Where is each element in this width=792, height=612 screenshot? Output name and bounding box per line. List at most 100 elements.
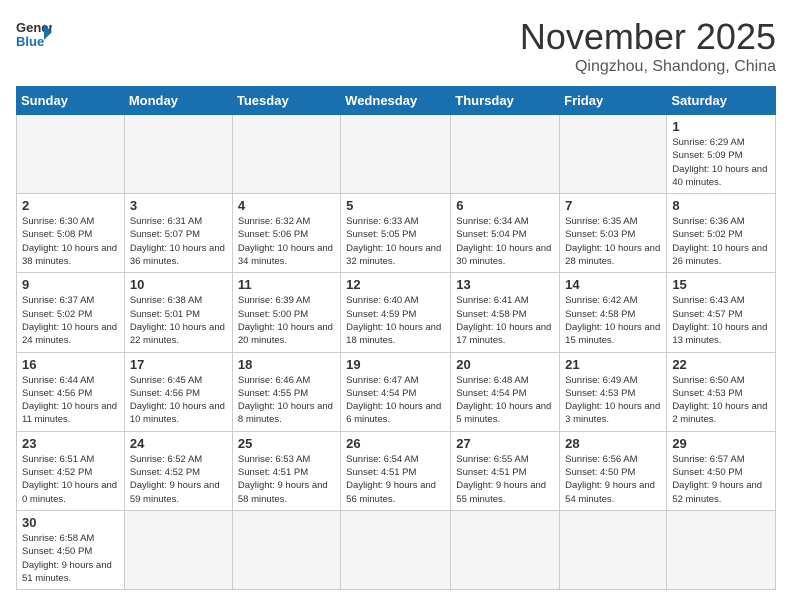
calendar-week-row: 1 Sunrise: 6:29 AM Sunset: 5:09 PM Daylig… [17,115,776,194]
day-number: 26 [346,436,445,451]
day-info: Sunrise: 6:47 AM Sunset: 4:54 PM Dayligh… [346,374,445,427]
calendar-cell [667,510,776,589]
day-info: Sunrise: 6:45 AM Sunset: 4:56 PM Dayligh… [130,374,227,427]
calendar-cell: 17Sunrise: 6:45 AM Sunset: 4:56 PM Dayli… [124,352,232,431]
day-header-tuesday: Tuesday [232,87,340,115]
day-info: Sunrise: 6:56 AM Sunset: 4:50 PM Dayligh… [565,453,661,506]
calendar-cell [560,115,667,194]
calendar-cell: 10 Sunrise: 6:38 AM Sunset: 5:01 PM Dayli… [124,273,232,352]
day-info: Sunrise: 6:36 AM Sunset: 5:02 PM Dayligh… [672,215,770,268]
calendar-cell: 23 Sunrise: 6:51 AM Sunset: 4:52 PM Dayli… [17,431,125,510]
day-number: 28 [565,436,661,451]
day-number: 21 [565,357,661,372]
calendar-week-row: 16 Sunrise: 6:44 AM Sunset: 4:56 PM Dayli… [17,352,776,431]
day-number: 30 [22,515,119,530]
calendar-cell: 24Sunrise: 6:52 AM Sunset: 4:52 PM Dayli… [124,431,232,510]
calendar-cell: 15Sunrise: 6:43 AM Sunset: 4:57 PM Dayli… [667,273,776,352]
day-number: 5 [346,198,445,213]
day-number: 12 [346,277,445,292]
day-number: 19 [346,357,445,372]
day-number: 1 [672,119,770,134]
calendar-cell: 3 Sunrise: 6:31 AM Sunset: 5:07 PM Daylig… [124,194,232,273]
day-number: 6 [456,198,554,213]
day-info: Sunrise: 6:32 AM Sunset: 5:06 PM Dayligh… [238,215,335,268]
day-info: Sunrise: 6:51 AM Sunset: 4:52 PM Dayligh… [22,453,119,506]
day-number: 16 [22,357,119,372]
day-info: Sunrise: 6:57 AM Sunset: 4:50 PM Dayligh… [672,453,770,506]
title-area: November 2025 Qingzhou, Shandong, China [520,16,776,76]
day-number: 18 [238,357,335,372]
calendar-cell: 28 Sunrise: 6:56 AM Sunset: 4:50 PM Dayli… [560,431,667,510]
day-number: 22 [672,357,770,372]
calendar-body: 1 Sunrise: 6:29 AM Sunset: 5:09 PM Daylig… [17,115,776,590]
day-info: Sunrise: 6:55 AM Sunset: 4:51 PM Dayligh… [456,453,554,506]
day-info: Sunrise: 6:48 AM Sunset: 4:54 PM Dayligh… [456,374,554,427]
day-info: Sunrise: 6:40 AM Sunset: 4:59 PM Dayligh… [346,294,445,347]
day-header-thursday: Thursday [451,87,560,115]
calendar-cell [124,115,232,194]
calendar-cell: 12 Sunrise: 6:40 AM Sunset: 4:59 PM Dayli… [341,273,451,352]
day-info: Sunrise: 6:53 AM Sunset: 4:51 PM Dayligh… [238,453,335,506]
calendar-cell [17,115,125,194]
day-info: Sunrise: 6:29 AM Sunset: 5:09 PM Dayligh… [672,136,770,189]
calendar-cell: 5Sunrise: 6:33 AM Sunset: 5:05 PM Daylig… [341,194,451,273]
day-number: 15 [672,277,770,292]
calendar-cell: 20Sunrise: 6:48 AM Sunset: 4:54 PM Dayli… [451,352,560,431]
calendar-cell: 26 Sunrise: 6:54 AM Sunset: 4:51 PM Dayli… [341,431,451,510]
day-info: Sunrise: 6:34 AM Sunset: 5:04 PM Dayligh… [456,215,554,268]
calendar-cell: 7 Sunrise: 6:35 AM Sunset: 5:03 PM Daylig… [560,194,667,273]
day-info: Sunrise: 6:35 AM Sunset: 5:03 PM Dayligh… [565,215,661,268]
calendar-cell: 8 Sunrise: 6:36 AM Sunset: 5:02 PM Daylig… [667,194,776,273]
day-number: 8 [672,198,770,213]
day-info: Sunrise: 6:54 AM Sunset: 4:51 PM Dayligh… [346,453,445,506]
svg-text:Blue: Blue [16,34,44,49]
day-header-friday: Friday [560,87,667,115]
calendar-week-row: 9Sunrise: 6:37 AM Sunset: 5:02 PM Daylig… [17,273,776,352]
day-number: 13 [456,277,554,292]
day-info: Sunrise: 6:44 AM Sunset: 4:56 PM Dayligh… [22,374,119,427]
calendar-cell [451,115,560,194]
day-info: Sunrise: 6:58 AM Sunset: 4:50 PM Dayligh… [22,532,119,585]
day-number: 14 [565,277,661,292]
calendar-cell: 29 Sunrise: 6:57 AM Sunset: 4:50 PM Dayli… [667,431,776,510]
day-header-saturday: Saturday [667,87,776,115]
day-number: 4 [238,198,335,213]
calendar-cell: 2 Sunrise: 6:30 AM Sunset: 5:08 PM Daylig… [17,194,125,273]
calendar-cell: 30 Sunrise: 6:58 AM Sunset: 4:50 PM Dayli… [17,510,125,589]
location-title: Qingzhou, Shandong, China [520,58,776,76]
calendar-cell [341,510,451,589]
calendar-week-row: 30 Sunrise: 6:58 AM Sunset: 4:50 PM Dayli… [17,510,776,589]
calendar-cell: 11Sunrise: 6:39 AM Sunset: 5:00 PM Dayli… [232,273,340,352]
month-title: November 2025 [520,16,776,58]
calendar-cell: 25 Sunrise: 6:53 AM Sunset: 4:51 PM Dayli… [232,431,340,510]
calendar-week-row: 2 Sunrise: 6:30 AM Sunset: 5:08 PM Daylig… [17,194,776,273]
day-number: 10 [130,277,227,292]
calendar-cell: 13 Sunrise: 6:41 AM Sunset: 4:58 PM Dayli… [451,273,560,352]
day-info: Sunrise: 6:31 AM Sunset: 5:07 PM Dayligh… [130,215,227,268]
day-info: Sunrise: 6:41 AM Sunset: 4:58 PM Dayligh… [456,294,554,347]
day-info: Sunrise: 6:46 AM Sunset: 4:55 PM Dayligh… [238,374,335,427]
calendar-cell: 16 Sunrise: 6:44 AM Sunset: 4:56 PM Dayli… [17,352,125,431]
day-number: 7 [565,198,661,213]
calendar-cell [232,115,340,194]
day-number: 2 [22,198,119,213]
day-number: 29 [672,436,770,451]
day-header-sunday: Sunday [17,87,125,115]
day-info: Sunrise: 6:30 AM Sunset: 5:08 PM Dayligh… [22,215,119,268]
day-header-wednesday: Wednesday [341,87,451,115]
day-number: 27 [456,436,554,451]
calendar-cell: 21 Sunrise: 6:49 AM Sunset: 4:53 PM Dayli… [560,352,667,431]
day-number: 25 [238,436,335,451]
calendar-cell: 19 Sunrise: 6:47 AM Sunset: 4:54 PM Dayli… [341,352,451,431]
logo-icon: General Blue [16,16,52,52]
day-info: Sunrise: 6:38 AM Sunset: 5:01 PM Dayligh… [130,294,227,347]
calendar-cell: 6 Sunrise: 6:34 AM Sunset: 5:04 PM Daylig… [451,194,560,273]
day-number: 11 [238,277,335,292]
logo: General Blue [16,16,52,52]
calendar-cell: 22Sunrise: 6:50 AM Sunset: 4:53 PM Dayli… [667,352,776,431]
day-info: Sunrise: 6:42 AM Sunset: 4:58 PM Dayligh… [565,294,661,347]
day-number: 23 [22,436,119,451]
day-number: 3 [130,198,227,213]
day-info: Sunrise: 6:49 AM Sunset: 4:53 PM Dayligh… [565,374,661,427]
calendar-cell: 9Sunrise: 6:37 AM Sunset: 5:02 PM Daylig… [17,273,125,352]
